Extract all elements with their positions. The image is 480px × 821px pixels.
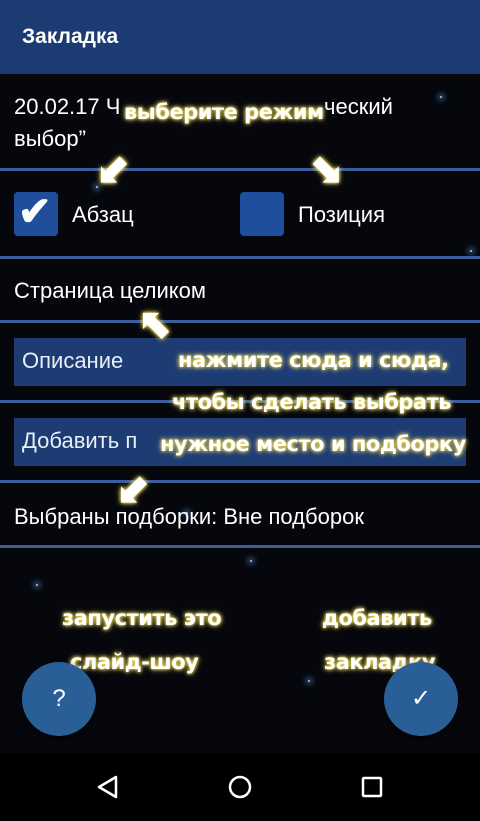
recents-icon[interactable] <box>356 771 388 803</box>
add-collection-placeholder: Добавить п <box>22 428 138 453</box>
description-placeholder: Описание <box>22 348 124 373</box>
system-nav-bar <box>0 753 480 821</box>
annotation-slideshow-line1: запустить это <box>62 606 222 630</box>
bookmark-title-line2: выбор” <box>14 126 86 151</box>
annotation-tap-line2: чтобы сделать выбрать <box>172 390 452 414</box>
divider <box>0 545 480 548</box>
divider <box>0 168 480 171</box>
home-icon[interactable] <box>224 771 256 803</box>
check-icon: ✓ <box>410 685 432 712</box>
divider <box>0 256 480 259</box>
annotation-tap-line3: нужное место и подборку <box>160 432 466 456</box>
arrow-down-left-icon: ⬋ <box>116 468 150 512</box>
selected-collections[interactable]: Выбраны подборки: Вне подборок <box>14 502 364 532</box>
annotation-tap-line1: нажмите сюда и сюда, <box>178 348 449 372</box>
divider <box>0 320 480 323</box>
paragraph-label: Абзац <box>72 202 134 227</box>
arrow-down-left-icon: ⬋ <box>96 148 130 192</box>
bookmark-title-line1-tail: ческий <box>324 94 393 119</box>
paragraph-checkbox[interactable]: ✔ <box>14 190 58 236</box>
help-icon: ? <box>52 685 66 712</box>
bookmark-title-line1: 20.02.17 Ч <box>14 94 121 119</box>
arrow-up-left-icon: ⬉ <box>138 302 172 346</box>
help-slideshow-button[interactable]: ? <box>22 662 96 736</box>
position-checkbox[interactable] <box>240 192 284 236</box>
position-label: Позиция <box>298 202 385 227</box>
annotation-choose-mode: выберите режим <box>124 100 324 124</box>
annotation-add-line1: добавить <box>322 606 432 630</box>
arrow-down-right-icon: ⬊ <box>310 148 344 192</box>
app-bar: Закладка <box>0 0 480 74</box>
divider <box>0 480 480 483</box>
whole-page-option[interactable]: Страница целиком <box>14 276 206 306</box>
check-icon: ✔ <box>18 190 52 234</box>
add-bookmark-button[interactable]: ✓ <box>384 662 458 736</box>
back-icon[interactable] <box>92 771 124 803</box>
app-title: Закладка <box>22 25 119 48</box>
